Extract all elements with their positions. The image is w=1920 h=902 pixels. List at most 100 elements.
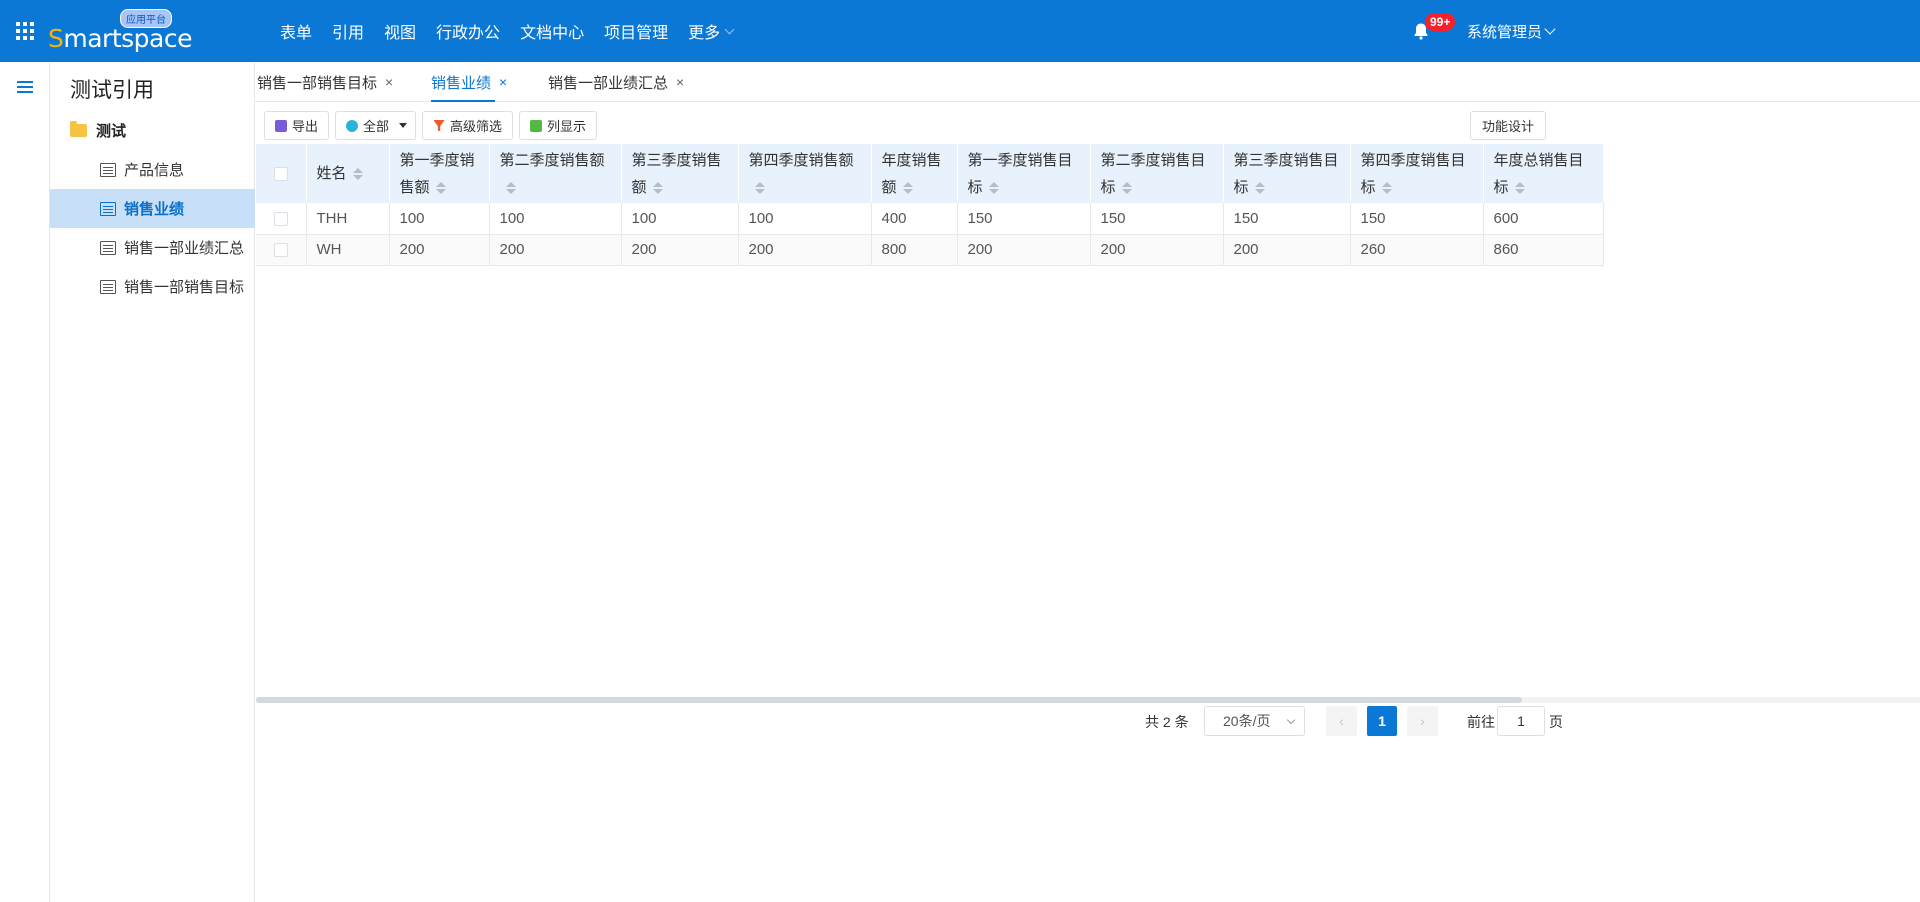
column-header[interactable]: 姓名 bbox=[306, 144, 390, 203]
sort-icon[interactable] bbox=[988, 181, 999, 194]
row-checkbox[interactable] bbox=[273, 211, 288, 226]
table-cell: WH bbox=[306, 234, 390, 266]
table-cell: 200 bbox=[957, 234, 1091, 266]
table-cell: 200 bbox=[389, 234, 490, 266]
sidebar-item-product-info[interactable]: 产品信息 bbox=[50, 150, 255, 189]
tab-sales-performance[interactable]: 销售业绩 × bbox=[431, 62, 507, 102]
sort-icon[interactable] bbox=[652, 181, 663, 194]
prev-page-button[interactable]: ‹ bbox=[1326, 706, 1357, 736]
goto-page-input[interactable]: 1 bbox=[1497, 706, 1545, 736]
row-checkbox[interactable] bbox=[273, 243, 288, 258]
export-button[interactable]: 导出 bbox=[264, 111, 330, 140]
user-menu[interactable]: 系统管理员 bbox=[1467, 21, 1556, 42]
horizontal-scrollbar[interactable] bbox=[256, 697, 1920, 703]
sidebar-item-label: 销售业绩 bbox=[124, 201, 185, 218]
close-icon[interactable]: × bbox=[676, 74, 684, 90]
logo[interactable]: 应用平台 Smartspace bbox=[48, 9, 192, 54]
sidebar-folder-test[interactable]: 测试 bbox=[70, 120, 126, 141]
filter-icon bbox=[433, 119, 446, 132]
left-rail bbox=[0, 62, 50, 902]
sort-icon[interactable] bbox=[754, 181, 765, 194]
nav-item-reference[interactable]: 引用 bbox=[332, 19, 364, 43]
nav-more-label: 更多 bbox=[688, 25, 721, 42]
list-icon bbox=[100, 162, 116, 177]
nav-item-view[interactable]: 视图 bbox=[384, 19, 416, 43]
row-select-cell bbox=[256, 234, 307, 266]
nav-more-menu[interactable]: 更多 bbox=[688, 19, 735, 43]
table-row[interactable]: WH 200 200 200 200 800 200 200 200 260 8… bbox=[256, 234, 1604, 266]
table-cell: 200 bbox=[1223, 234, 1351, 266]
select-all-checkbox[interactable] bbox=[273, 167, 288, 182]
table-cell: 800 bbox=[871, 234, 958, 266]
table-cell: THH bbox=[306, 203, 390, 235]
tab-dept1-targets[interactable]: 销售一部销售目标 × bbox=[257, 62, 393, 102]
sidebar-item-dept1-summary[interactable]: 销售一部业绩汇总 bbox=[50, 228, 255, 267]
tab-bar: 销售一部销售目标 × 销售业绩 × 销售一部业绩汇总 × bbox=[255, 62, 1920, 102]
main-nav: 表单 引用 视图 行政办公 文档中心 项目管理 更多 bbox=[280, 0, 753, 62]
sort-icon[interactable] bbox=[1514, 181, 1525, 194]
folder-label: 测试 bbox=[96, 123, 127, 140]
column-header[interactable]: 年度销售额 bbox=[871, 144, 958, 203]
total-count: 共 2 条 bbox=[1145, 714, 1189, 730]
columns-icon bbox=[530, 119, 543, 132]
column-header[interactable]: 第二季度销售目标 bbox=[1090, 144, 1224, 203]
close-icon[interactable]: × bbox=[385, 74, 393, 90]
table-cell: 150 bbox=[957, 203, 1091, 235]
chevron-down-icon bbox=[1286, 715, 1296, 725]
sort-icon[interactable] bbox=[505, 181, 516, 194]
column-header[interactable]: 第三季度销售目标 bbox=[1223, 144, 1351, 203]
sort-icon[interactable] bbox=[352, 168, 363, 181]
table-cell: 200 bbox=[621, 234, 739, 266]
scope-dropdown[interactable]: 全部 bbox=[335, 111, 417, 140]
data-table: 姓名 第一季度销售额 第二季度销售额 第三季度销售额 第四季度销售额 年度销售额… bbox=[256, 144, 1920, 704]
table-row[interactable]: THH 100 100 100 100 400 150 150 150 150 … bbox=[256, 203, 1604, 235]
list-icon bbox=[100, 201, 116, 216]
tab-dept1-summary[interactable]: 销售一部业绩汇总 × bbox=[548, 62, 684, 102]
sort-icon[interactable] bbox=[1381, 181, 1392, 194]
table-cell: 200 bbox=[738, 234, 872, 266]
sort-icon[interactable] bbox=[435, 181, 446, 194]
chevron-down-icon bbox=[1544, 23, 1556, 35]
table-cell: 100 bbox=[621, 203, 739, 235]
nav-item-admin-office[interactable]: 行政办公 bbox=[436, 19, 500, 43]
column-header[interactable]: 年度总销售目标 bbox=[1483, 144, 1604, 203]
sidebar-item-sales-performance[interactable]: 销售业绩 bbox=[50, 189, 255, 228]
sidebar-item-dept1-targets[interactable]: 销售一部销售目标 bbox=[50, 267, 255, 306]
column-header[interactable]: 第一季度销售目标 bbox=[957, 144, 1091, 203]
sort-icon[interactable] bbox=[1121, 181, 1132, 194]
list-icon bbox=[100, 279, 116, 294]
menu-toggle-icon[interactable] bbox=[17, 81, 33, 93]
sort-icon[interactable] bbox=[1254, 181, 1265, 194]
next-page-button[interactable]: › bbox=[1407, 706, 1438, 736]
sidebar-item-label: 销售一部销售目标 bbox=[124, 279, 245, 296]
row-select-cell bbox=[256, 203, 307, 235]
goto-label: 前往 bbox=[1467, 714, 1495, 730]
folder-icon bbox=[70, 121, 87, 137]
app-grid-icon[interactable] bbox=[16, 22, 34, 40]
tab-label: 销售一部业绩汇总 bbox=[548, 74, 669, 92]
close-icon[interactable]: × bbox=[499, 74, 507, 90]
nav-item-form[interactable]: 表单 bbox=[280, 19, 312, 43]
scope-label: 全部 bbox=[363, 119, 390, 134]
column-header[interactable]: 第四季度销售目标 bbox=[1350, 144, 1484, 203]
column-header[interactable]: 第四季度销售额 bbox=[738, 144, 872, 203]
table-cell: 100 bbox=[389, 203, 490, 235]
nav-item-project-management[interactable]: 项目管理 bbox=[604, 19, 668, 43]
page-number-current[interactable]: 1 bbox=[1367, 706, 1397, 736]
page-size-select[interactable]: 20条/页 bbox=[1204, 706, 1305, 736]
column-header[interactable]: 第三季度销售额 bbox=[621, 144, 739, 203]
list-icon bbox=[100, 240, 116, 255]
nav-item-document-center[interactable]: 文档中心 bbox=[520, 19, 584, 43]
table-cell: 150 bbox=[1350, 203, 1484, 235]
column-display-button[interactable]: 列显示 bbox=[519, 111, 598, 140]
table-header-row: 姓名 第一季度销售额 第二季度销售额 第三季度销售额 第四季度销售额 年度销售额… bbox=[256, 144, 1604, 203]
column-header[interactable]: 第二季度销售额 bbox=[489, 144, 622, 203]
notification-badge: 99+ bbox=[1425, 13, 1456, 31]
table-cell: 860 bbox=[1483, 234, 1604, 266]
column-header[interactable]: 第一季度销售额 bbox=[389, 144, 490, 203]
sort-icon[interactable] bbox=[902, 181, 913, 194]
advanced-filter-button[interactable]: 高级筛选 bbox=[422, 111, 514, 140]
scrollbar-thumb[interactable] bbox=[256, 697, 1522, 703]
function-design-button[interactable]: 功能设计 bbox=[1470, 111, 1547, 140]
page-size-value: 20条/页 bbox=[1223, 713, 1271, 729]
